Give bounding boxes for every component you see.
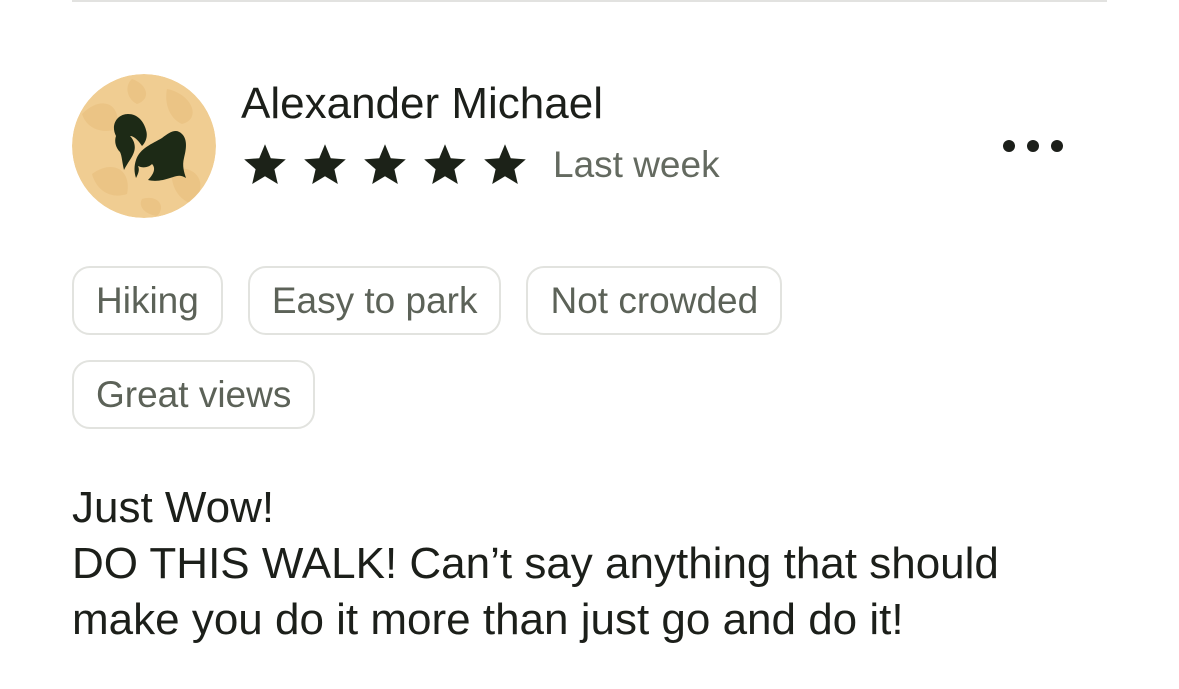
review-text-line: DO THIS WALK! Can’t say anything that sh…	[72, 539, 999, 588]
more-horizontal-icon	[1003, 140, 1063, 152]
tag-chip[interactable]: Not crowded	[526, 266, 783, 335]
more-options-button[interactable]	[993, 126, 1073, 166]
avatar[interactable]	[72, 74, 216, 218]
star-icon	[244, 144, 286, 184]
tag-chip[interactable]: Great views	[72, 360, 316, 429]
star-icon	[364, 144, 406, 184]
star-icon	[424, 144, 466, 184]
review-date: Last week	[553, 144, 720, 185]
tag-chip[interactable]: Easy to park	[247, 266, 502, 335]
avatar-icon	[72, 74, 216, 218]
star-icon	[304, 144, 346, 184]
star-icon	[484, 144, 526, 184]
tag-chip[interactable]: Hiking	[72, 266, 223, 335]
review-text-line: Just Wow!	[72, 483, 275, 532]
review-text-line: make you do it more than just go and do …	[72, 595, 904, 644]
author-name[interactable]: Alexander Michael	[241, 78, 603, 130]
star-rating: Last week	[241, 140, 720, 190]
tag-list: Hiking Easy to park Not crowded Great vi…	[72, 266, 872, 429]
review-text: Just Wow! DO THIS WALK! Can’t say anythi…	[72, 480, 1107, 648]
review-card: Alexander Michael Last week Hiking Easy …	[72, 0, 1107, 689]
